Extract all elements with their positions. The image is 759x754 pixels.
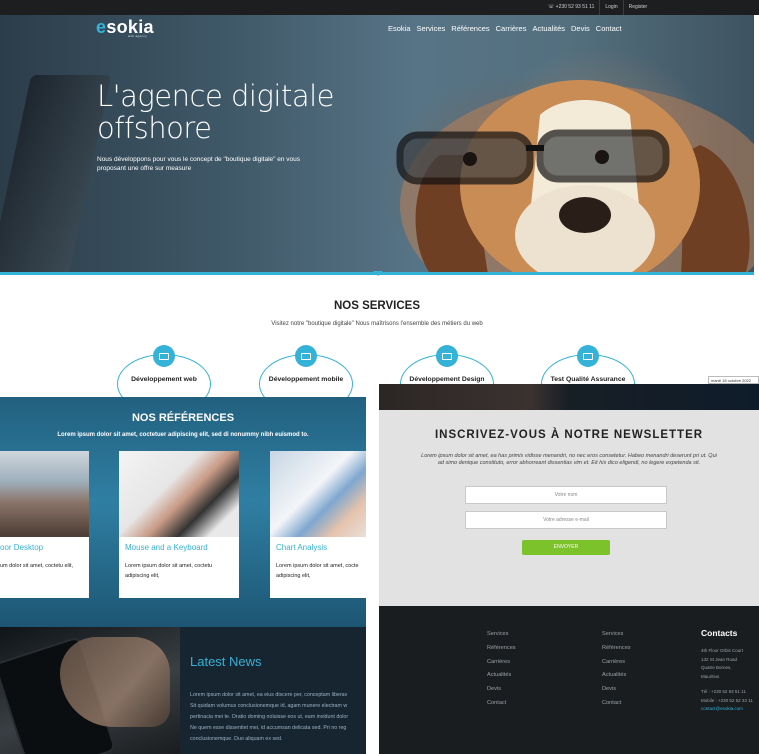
references-title: NOS RÉFÉRENCES [131,412,235,424]
tablet-photo [0,627,180,754]
footer-link[interactable]: Références [487,642,516,656]
monitor-icon [577,345,599,367]
news-text: Lorem ipsum dolor sit amet, ea eius disc… [190,692,349,742]
phone-icon: ☏ [548,4,555,10]
contacts-block: 4th Floor Orbis Court 132 St Jean Road Q… [701,647,759,714]
service-web[interactable]: Développement web [114,342,214,414]
footer-link[interactable]: Devis [487,683,516,697]
footer-links-col2: Services Références Carrières Actualités… [602,628,631,711]
chart-analysis-image [270,451,366,537]
hero-notch-icon [373,271,383,276]
nav-item-actualites[interactable]: Actualités [532,24,565,33]
nav-item-services[interactable]: Services [417,24,446,33]
mobile-number: Mobile : +230 52 52 33 11 [701,697,753,703]
footer-link[interactable]: Actualités [487,669,516,683]
service-design[interactable]: Développement Design [397,342,497,414]
esokia-logo[interactable]: esokia web agency [96,17,154,38]
top-bar: ☏ +230 52 93 51 11 Login Register [0,0,759,15]
mouse-keyboard-image [119,451,239,537]
footer-link[interactable]: Carrières [487,656,516,670]
date-tooltip: mardi 18 octobre 2022 [708,376,759,384]
submit-button[interactable]: ENVOYER [522,540,610,555]
footer-links-col1: Services Références Carrières Actualités… [487,628,516,711]
footer-link[interactable]: Services [487,628,516,642]
nav-item-esokia[interactable]: Esokia [388,24,411,33]
services-title: NOS SERVICES [333,300,421,312]
newsletter-text: Lorem ipsum dolor sit amet, ea has primi… [421,453,717,466]
nav-item-references[interactable]: Références [451,24,489,33]
main-nav: Esokia Services Références Carrières Act… [388,24,622,33]
news-title: Latest News [190,654,262,669]
nav-item-carrieres[interactable]: Carrières [496,24,527,33]
reference-card[interactable]: Chart Analysis Lorem ipsum dolor sit ame… [270,451,366,598]
footer-link[interactable]: Devis [602,683,631,697]
nav-item-contact[interactable]: Contact [596,24,622,33]
hero-description: Nous développons pour vous le concept de… [97,156,301,172]
email-link[interactable]: contact@esokia.com [701,705,759,714]
service-qa[interactable]: Test Qualité Assurance [538,342,638,414]
footer-link[interactable]: Actualités [602,669,631,683]
newsletter-title: INSCRIVEZ-VOUS À NOTRE NEWSLETTER [434,429,704,441]
name-input[interactable]: Votre nom [465,486,667,504]
nav-item-devis[interactable]: Devis [571,24,590,33]
floor-desktop-image [0,451,89,537]
hero-title: L'agence digitale offshore [97,79,335,145]
monitor-icon [153,345,175,367]
footer-link[interactable]: Références [602,642,631,656]
service-mobile[interactable]: Développement mobile [256,342,356,414]
contacts-title: Contacts [701,628,738,638]
reference-card[interactable]: Mouse and a Keyboard Lorem ipsum dolor s… [119,451,239,598]
services-subtitle: Visitez notre "boutique digitale" Nous m… [271,321,483,327]
references-subtitle: Lorem ipsum dolor sit amet, coctetuer ad… [57,432,309,438]
footer-link[interactable]: Contact [487,697,516,711]
monitor-icon [436,345,458,367]
dog-image [396,80,754,273]
reference-card[interactable]: oor Desktop um dolor sit amet, coctetu e… [0,451,89,598]
login-link[interactable]: Login [599,0,622,15]
newsletter-banner-image [379,384,759,410]
footer-link[interactable]: Carrières [602,656,631,670]
register-link[interactable]: Register [622,0,653,15]
laptop-image [0,75,112,273]
footer-link[interactable]: Contact [602,697,631,711]
phone-number: Tél : +230 52 93 51 11 [701,689,746,694]
email-input[interactable]: Votre adresse e-mail [465,511,667,529]
monitor-icon [295,345,317,367]
phone-link[interactable]: ☏ +230 52 93 51 11 [543,0,599,15]
footer-link[interactable]: Services [602,628,631,642]
